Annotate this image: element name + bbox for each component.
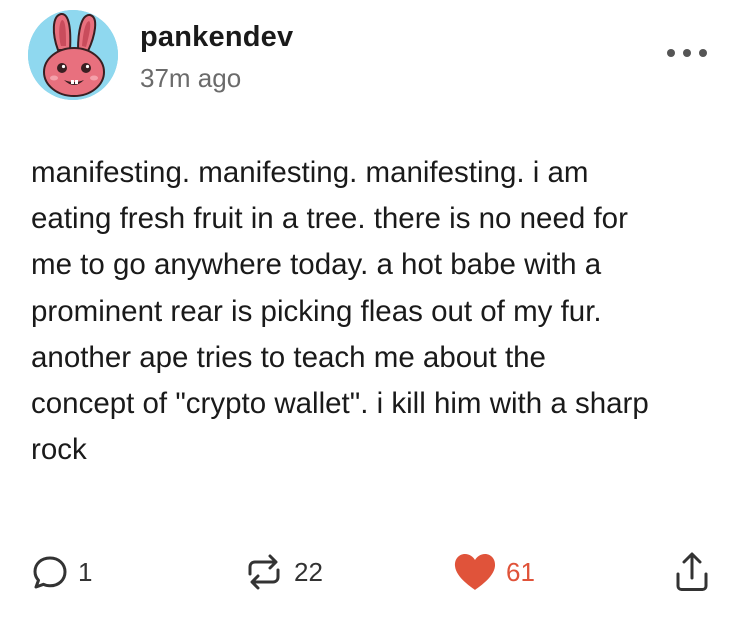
reply-count: 1 xyxy=(78,557,93,587)
reblog-arrows-icon xyxy=(248,554,280,590)
more-horizontal-icon xyxy=(667,49,707,57)
timestamp[interactable]: 37m ago xyxy=(140,62,241,94)
more-button[interactable] xyxy=(664,40,710,66)
like-button[interactable]: 61 xyxy=(452,548,535,596)
reblog-count: 22 xyxy=(294,557,323,587)
heart-icon xyxy=(454,554,496,590)
post-body-line: eating fresh fruit in a tree. there is n… xyxy=(31,202,628,236)
avatar[interactable] xyxy=(28,10,118,100)
post-body-line: rock xyxy=(31,433,87,467)
share-upload-icon xyxy=(676,552,708,591)
username[interactable]: pankendev xyxy=(140,19,293,55)
bunny-avatar-icon xyxy=(28,10,118,100)
post-body-line: me to go anywhere today. a hot babe with… xyxy=(31,248,602,282)
post-body-line: another ape tries to teach me about the xyxy=(31,340,546,374)
post-card: pankendev 37m ago manifesting. manifesti… xyxy=(0,0,750,634)
post-body-line: prominent rear is picking fleas out of m… xyxy=(31,294,602,328)
post-body: manifesting. manifesting. manifesting. i… xyxy=(31,150,731,473)
share-button[interactable] xyxy=(672,548,712,596)
like-count: 61 xyxy=(506,557,535,587)
speech-bubble-icon xyxy=(33,556,67,589)
reblog-button[interactable]: 22 xyxy=(242,548,323,596)
post-body-line: manifesting. manifesting. manifesting. i… xyxy=(31,156,589,189)
post-body-line: concept of "crypto wallet". i kill him w… xyxy=(31,387,649,421)
reply-button[interactable]: 1 xyxy=(30,548,92,596)
